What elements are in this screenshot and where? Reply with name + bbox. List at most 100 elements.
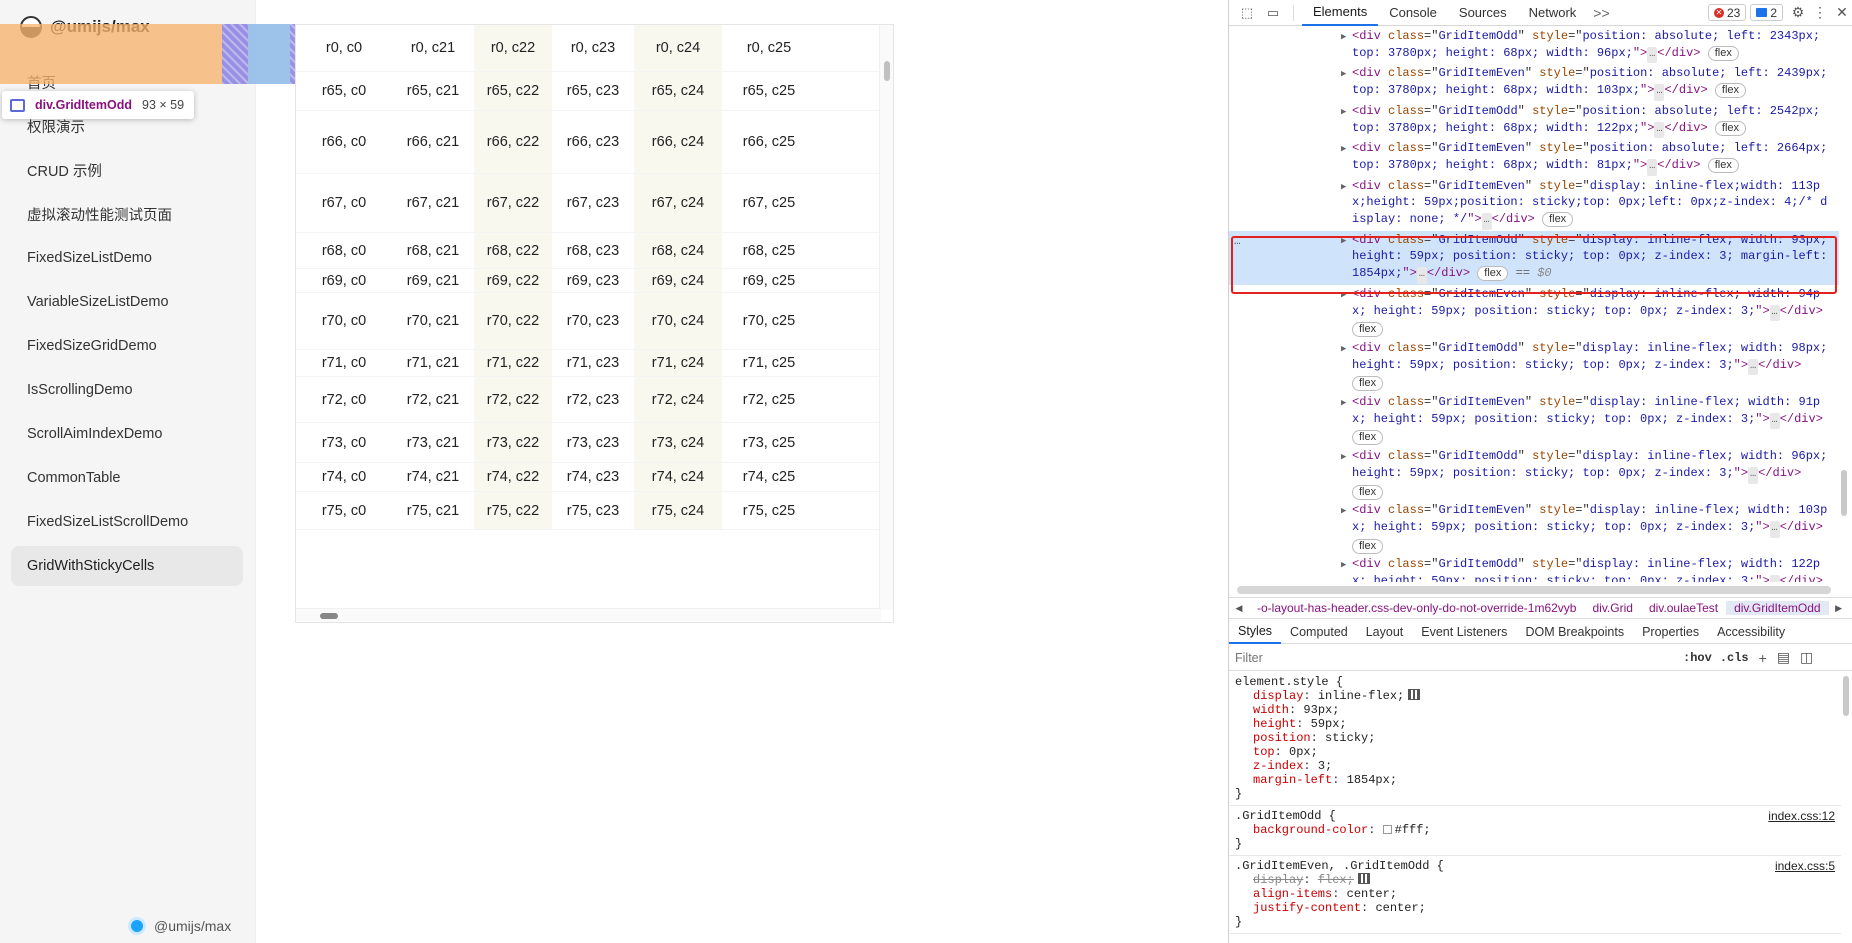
styles-filter-input[interactable]	[1235, 646, 1675, 669]
expand-triangle-icon[interactable]: ▶	[1341, 29, 1346, 46]
devtools-tab-elements[interactable]: Elements	[1302, 0, 1379, 26]
grid-vertical-scroll-thumb[interactable]	[884, 61, 890, 81]
dom-tree-node[interactable]: ▶ <div class="GridItemEven" style="positi…	[1229, 64, 1839, 101]
css-declaration[interactable]: display: inline-flex;	[1235, 689, 1833, 703]
dom-tree-node[interactable]: ▶ <div class="GridItemOdd" style="display…	[1229, 555, 1839, 582]
devtools-tab-console[interactable]: Console	[1378, 0, 1448, 26]
flex-badge[interactable]: flex	[1707, 45, 1739, 61]
flex-badge[interactable]: flex	[1352, 376, 1384, 392]
breadcrumb-item[interactable]: div.oulaeTest	[1641, 601, 1726, 615]
panel-tab-dom-breakpoints[interactable]: DOM Breakpoints	[1516, 620, 1633, 644]
sidebar-toggle-icon[interactable]: ◫	[1800, 649, 1813, 666]
dom-tree-node[interactable]: ▶ <div class="GridItemOdd" style="positio…	[1229, 27, 1839, 64]
css-declaration[interactable]: z-index: 3;	[1235, 759, 1833, 773]
message-count-badge[interactable]: 2	[1750, 4, 1783, 21]
collapsed-children-ellipsis[interactable]: …	[1769, 575, 1780, 582]
sidebar-item[interactable]: VariableSizeListDemo	[11, 282, 243, 322]
collapsed-children-ellipsis[interactable]: …	[1748, 358, 1759, 376]
expand-triangle-icon[interactable]: ▶	[1341, 287, 1346, 304]
expand-triangle-icon[interactable]: ▶	[1341, 233, 1346, 250]
panel-tab-computed[interactable]: Computed	[1281, 620, 1357, 644]
panel-tab-event-listeners[interactable]: Event Listeners	[1412, 620, 1516, 644]
breadcrumb-scroll-left-icon[interactable]: ◀	[1229, 603, 1249, 614]
collapsed-children-ellipsis[interactable]: …	[1769, 520, 1780, 538]
collapsed-children-ellipsis[interactable]: …	[1654, 84, 1665, 101]
settings-gear-icon[interactable]: ⚙	[1787, 2, 1809, 24]
expand-triangle-icon[interactable]: ▶	[1341, 557, 1346, 574]
expand-triangle-icon[interactable]: ▶	[1341, 449, 1346, 466]
sidebar-item[interactable]: 虚拟滚动性能测试页面	[11, 194, 243, 234]
dom-tree-node[interactable]: ▶ <div class="GridItemEven" style="displa…	[1229, 177, 1839, 231]
grid-vertical-scrollbar[interactable]	[879, 25, 893, 610]
expand-triangle-icon[interactable]: ▶	[1341, 179, 1346, 196]
css-declaration[interactable]: align-items: center;	[1235, 887, 1833, 901]
class-toggle[interactable]: .cls	[1720, 651, 1749, 665]
expand-triangle-icon[interactable]: ▶	[1341, 141, 1346, 158]
expand-triangle-icon[interactable]: ▶	[1341, 341, 1346, 358]
dom-tree-node[interactable]: ▶ <div class="GridItemEven" style="displa…	[1229, 501, 1839, 555]
hover-state-toggle[interactable]: :hov	[1683, 651, 1712, 665]
dom-tree-horizontal-scrollbar[interactable]	[1237, 586, 1831, 594]
panel-tab-layout[interactable]: Layout	[1357, 620, 1413, 644]
collapsed-children-ellipsis[interactable]: …	[1481, 213, 1492, 230]
close-icon[interactable]: ✕	[1831, 2, 1852, 24]
panel-tab-accessibility[interactable]: Accessibility	[1708, 620, 1794, 644]
css-declaration[interactable]: justify-content: center;	[1235, 901, 1833, 915]
expand-triangle-icon[interactable]: ▶	[1341, 66, 1346, 83]
collapsed-children-ellipsis[interactable]: …	[1769, 304, 1780, 322]
new-rule-icon[interactable]: +	[1759, 650, 1767, 666]
breadcrumb-item[interactable]: div.Grid	[1584, 601, 1640, 615]
node-actions-ellipsis-icon[interactable]: …	[1234, 234, 1241, 251]
panel-tab-properties[interactable]: Properties	[1633, 620, 1708, 644]
collapsed-children-ellipsis[interactable]: …	[1654, 121, 1665, 139]
dom-tree-node[interactable]: … ▶ <div class="GridItemOdd" style="displa…	[1229, 230, 1839, 285]
collapsed-children-ellipsis[interactable]: …	[1647, 158, 1658, 176]
css-selector[interactable]: .GridItemOdd {	[1235, 809, 1833, 823]
kebab-menu-icon[interactable]: ⋮	[1809, 2, 1831, 24]
flex-badge[interactable]: flex	[1352, 430, 1384, 446]
css-selector[interactable]: element.style {	[1235, 675, 1833, 689]
grid-horizontal-scroll-thumb[interactable]	[320, 613, 338, 619]
dom-tree-node[interactable]: ▶ <div class="GridItemOdd" style="display…	[1229, 339, 1839, 393]
css-selector[interactable]: .GridItemEven, .GridItemOdd {	[1235, 859, 1833, 873]
css-declaration[interactable]: background-color: #fff;	[1235, 823, 1833, 837]
css-declaration[interactable]: top: 0px;	[1235, 745, 1833, 759]
css-declaration[interactable]: margin-left: 1854px;	[1235, 773, 1833, 787]
collapsed-children-ellipsis[interactable]: …	[1416, 267, 1427, 284]
collapsed-children-ellipsis[interactable]: …	[1748, 466, 1759, 484]
breadcrumb-scroll-right-icon[interactable]: ▶	[1829, 603, 1849, 614]
sidebar-item[interactable]: CommonTable	[11, 458, 243, 498]
css-declaration[interactable]: height: 59px;	[1235, 717, 1833, 731]
expand-triangle-icon[interactable]: ▶	[1341, 503, 1346, 520]
breadcrumb-item[interactable]: -o-layout-has-header.css-dev-only-do-not…	[1249, 601, 1584, 615]
flex-badge[interactable]: flex	[1352, 322, 1384, 338]
sidebar-item[interactable]: FixedSizeListDemo	[11, 238, 243, 278]
flex-editor-icon[interactable]	[1357, 873, 1370, 884]
dom-tree-vertical-scrollbar[interactable]	[1841, 470, 1847, 516]
sidebar-item[interactable]: IsScrollingDemo	[11, 370, 243, 410]
flex-badge[interactable]: flex	[1352, 484, 1384, 500]
flex-badge[interactable]: flex	[1352, 538, 1384, 554]
inspect-element-icon[interactable]: ⬚	[1239, 5, 1255, 20]
dom-tree-node[interactable]: ▶ <div class="GridItemEven" style="displa…	[1229, 285, 1839, 339]
paint-brush-icon[interactable]: ▤	[1777, 649, 1790, 666]
dom-tree[interactable]: ▶ <div class="GridItemOdd" style="positio…	[1229, 27, 1839, 582]
css-declaration[interactable]: width: 93px;	[1235, 703, 1833, 717]
expand-triangle-icon[interactable]: ▶	[1341, 395, 1346, 412]
flex-badge[interactable]: flex	[1477, 266, 1509, 282]
dom-tree-node[interactable]: ▶ <div class="GridItemEven" style="positi…	[1229, 139, 1839, 176]
flex-badge[interactable]: flex	[1714, 120, 1747, 136]
panel-tab-styles[interactable]: Styles	[1229, 620, 1282, 644]
styles-vertical-scrollbar[interactable]	[1843, 676, 1849, 716]
sticky-grid[interactable]: r0, c0 r0, c21 r0, c22 r0, c23 r0, c24 r0, c2…	[295, 24, 894, 623]
dom-tree-node[interactable]: ▶ <div class="GridItemOdd" style="positio…	[1229, 102, 1839, 139]
css-declaration[interactable]: position: sticky;	[1235, 731, 1833, 745]
sidebar-item[interactable]: CRUD 示例	[11, 150, 243, 190]
color-swatch-icon[interactable]	[1382, 825, 1392, 834]
css-declaration[interactable]: display: flex;	[1235, 873, 1833, 887]
sidebar-item[interactable]: FixedSizeListScrollDemo	[11, 502, 243, 542]
flex-badge[interactable]: flex	[1542, 212, 1574, 228]
error-count-badge[interactable]: ✕ 23	[1707, 4, 1747, 21]
dom-tree-node[interactable]: ▶ <div class="GridItemEven" style="displa…	[1229, 393, 1839, 447]
css-source-link[interactable]: index.css:12	[1768, 809, 1835, 823]
